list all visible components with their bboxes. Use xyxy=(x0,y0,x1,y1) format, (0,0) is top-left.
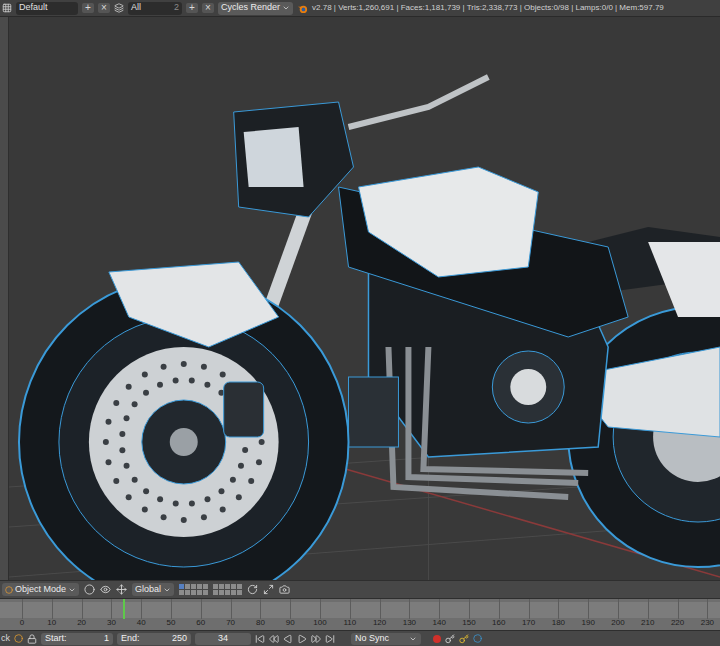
layer-button[interactable] xyxy=(219,590,224,595)
keying-set-icon[interactable] xyxy=(473,634,482,643)
layer-button[interactable] xyxy=(213,590,218,595)
pivot-icon[interactable] xyxy=(100,584,111,595)
layer-button[interactable] xyxy=(203,584,208,589)
tool-shelf-edge[interactable] xyxy=(0,17,9,580)
dropdown-icon xyxy=(163,586,171,594)
previous-keyframe-icon[interactable] xyxy=(269,634,279,644)
layer-button[interactable] xyxy=(219,584,224,589)
insert-keyframe-icon[interactable] xyxy=(459,634,469,644)
jump-end-icon[interactable] xyxy=(325,634,335,644)
editor-type-icon[interactable] xyxy=(2,3,12,13)
playback-bar: ck Start:1 End:250 34 No Sync xyxy=(0,630,720,646)
manipulator-icon[interactable] xyxy=(116,584,127,595)
layer-button[interactable] xyxy=(225,584,230,589)
layer-button[interactable] xyxy=(197,584,202,589)
layer-button[interactable] xyxy=(203,590,208,595)
current-frame-field[interactable]: 34 xyxy=(195,633,251,645)
next-keyframe-icon[interactable] xyxy=(311,634,321,644)
layer-button[interactable] xyxy=(231,590,236,595)
orientation-dropdown[interactable]: Global xyxy=(132,583,174,596)
add-layout-button[interactable]: + xyxy=(82,3,94,13)
blender-window: Default + × All2 + × Cycles Render v2.78 | Vert… xyxy=(0,0,720,646)
sync-dropdown[interactable]: No Sync xyxy=(351,633,421,645)
dropdown-icon xyxy=(409,635,417,643)
info-header: Default + × All2 + × Cycles Render v2.78 | Vert… xyxy=(0,0,720,17)
mode-dropdown[interactable]: Object Mode xyxy=(2,583,79,596)
dropdown-icon xyxy=(282,4,290,12)
play-icon[interactable] xyxy=(297,634,307,644)
engine-cover xyxy=(492,351,564,423)
fuel-tank xyxy=(359,167,539,277)
3d-viewport[interactable] xyxy=(0,17,720,580)
scene-users-count: 2 xyxy=(174,1,179,15)
layer-button[interactable] xyxy=(179,590,184,595)
scale-icon[interactable] xyxy=(263,584,274,595)
layer-button[interactable] xyxy=(191,590,196,595)
object-mode-icon xyxy=(5,586,13,594)
start-frame-field[interactable]: Start:1 xyxy=(41,633,113,645)
brake-caliper xyxy=(224,382,264,437)
layer-button[interactable] xyxy=(225,590,230,595)
jump-start-icon[interactable] xyxy=(255,634,265,644)
radiator xyxy=(349,377,399,447)
layer-button[interactable] xyxy=(191,584,196,589)
add-scene-button[interactable]: + xyxy=(186,3,198,13)
lock-icon[interactable] xyxy=(27,634,37,644)
timeline[interactable]: 0102030405060708090100110120130140150160… xyxy=(0,598,720,630)
layer-button[interactable] xyxy=(185,590,190,595)
exhaust-pipes xyxy=(388,347,588,497)
remove-scene-button[interactable]: × xyxy=(202,3,214,13)
layer-button[interactable] xyxy=(231,584,236,589)
layer-button[interactable] xyxy=(237,584,242,589)
play-reverse-icon[interactable] xyxy=(283,634,293,644)
layer-group xyxy=(179,584,208,595)
end-frame-field[interactable]: End:250 xyxy=(117,633,191,645)
layer-button[interactable] xyxy=(197,590,202,595)
playhead[interactable] xyxy=(123,599,125,619)
layer-button[interactable] xyxy=(237,590,242,595)
screen-layout-field[interactable]: Default xyxy=(16,2,78,15)
motorcycle-render xyxy=(9,17,720,580)
render-engine-dropdown[interactable]: Cycles Render xyxy=(218,2,293,15)
scene-icon[interactable] xyxy=(114,3,124,13)
scene-field[interactable]: All2 xyxy=(128,2,182,15)
headlight xyxy=(234,102,354,217)
viewport-header: Object Mode Global xyxy=(0,580,720,598)
layer-button[interactable] xyxy=(179,584,184,589)
render-icon[interactable] xyxy=(279,584,290,595)
rotate-icon[interactable] xyxy=(247,584,258,595)
tail-panel xyxy=(648,242,720,317)
scene-stats: v2.78 | Verts:1,260,691 | Faces:1,181,73… xyxy=(312,2,664,14)
keying-icon[interactable] xyxy=(14,634,23,643)
handlebar xyxy=(349,77,489,127)
remove-layout-button[interactable]: × xyxy=(98,3,110,13)
layer-button[interactable] xyxy=(185,584,190,589)
record-button[interactable] xyxy=(433,635,441,643)
playback-menu[interactable]: ck xyxy=(0,632,10,646)
blender-logo-icon xyxy=(297,3,308,14)
keyset-icon[interactable] xyxy=(445,634,455,644)
shading-icon[interactable] xyxy=(84,584,95,595)
layer-group xyxy=(213,584,242,595)
layer-button[interactable] xyxy=(213,584,218,589)
front-fender xyxy=(109,262,279,347)
dropdown-icon xyxy=(68,586,76,594)
timeline-track xyxy=(0,602,720,618)
